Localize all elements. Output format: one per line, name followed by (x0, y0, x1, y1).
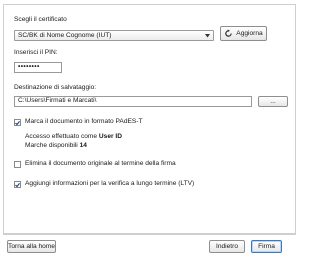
destination-path-field[interactable]: C:\Users\Firmati e Marcati\ (14, 96, 252, 107)
refresh-button[interactable]: Aggiorna (220, 26, 267, 41)
pades-label: Marca il documento in formato PAdES-T (25, 118, 143, 125)
ltv-label: Aggiungi informazioni per la verifica a … (25, 180, 195, 187)
sign-button[interactable]: Firma (251, 240, 282, 253)
delete-original-checkbox[interactable] (14, 161, 21, 168)
certificate-selected-value: SC/BK di Nome Cognome (IUT) (18, 32, 112, 39)
pin-label: Inserisci il PIN: (14, 49, 58, 56)
marks-count: 14 (79, 142, 87, 149)
marks-info: Marche disponibili 14 (25, 142, 87, 150)
access-user: User ID (98, 133, 123, 140)
checkmark-icon (15, 182, 20, 187)
checkmark-icon (15, 120, 20, 125)
ltv-checkbox[interactable] (14, 181, 21, 188)
back-button[interactable]: Indietro (209, 240, 245, 253)
options-panel: Scegli il certificato SC/BK di Nome Cogn… (3, 4, 296, 234)
certificate-label: Scegli il certificato (14, 16, 67, 23)
pades-checkbox[interactable] (14, 119, 21, 126)
certificate-select[interactable]: SC/BK di Nome Cognome (IUT) (14, 30, 214, 41)
chevron-down-icon (204, 32, 211, 40)
marks-prefix: Marche disponibili (25, 142, 80, 149)
access-prefix: Accesso effettuato come (25, 133, 99, 140)
signature-dialog: Scegli il certificato SC/BK di Nome Cogn… (0, 0, 300, 261)
footer-divider (3, 234, 296, 235)
refresh-icon (225, 29, 233, 37)
refresh-button-label: Aggiorna (236, 29, 263, 37)
destination-label: Destinazione di salvataggio: (14, 84, 97, 91)
delete-original-label: Elimina il documento originale al termin… (25, 160, 176, 167)
home-button[interactable]: Torna alla home (7, 240, 56, 253)
pin-field[interactable]: •••••••• (14, 62, 62, 73)
browse-button[interactable]: ... (258, 96, 288, 107)
access-info: Accesso effettuato come User ID (25, 133, 122, 141)
